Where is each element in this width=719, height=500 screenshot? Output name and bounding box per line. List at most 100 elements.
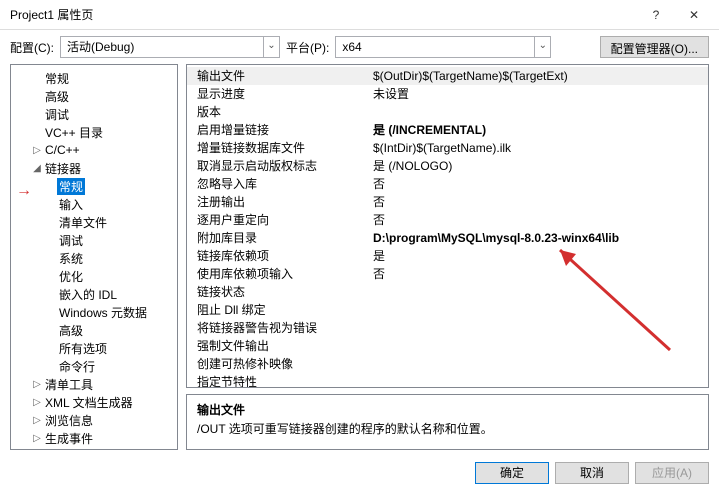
property-value [367, 103, 708, 121]
cancel-button[interactable]: 取消 [555, 462, 629, 484]
property-key: 强制文件输出 [187, 337, 367, 355]
expand-icon: ▷ [31, 397, 43, 408]
tree-item-6[interactable]: 常规 [11, 177, 177, 195]
property-row[interactable]: 阻止 Dll 绑定 [187, 301, 708, 319]
tree-item-18[interactable]: ▷XML 文档生成器 [11, 393, 177, 411]
property-value [367, 319, 708, 337]
tree-item-3[interactable]: VC++ 目录 [11, 123, 177, 141]
property-value: 是 [367, 247, 708, 265]
property-value: 是 (/NOLOGO) [367, 157, 708, 175]
chevron-down-icon: ⌄ [534, 37, 550, 57]
tree-item-10[interactable]: 系统 [11, 249, 177, 267]
property-value [367, 301, 708, 319]
description-body: /OUT 选项可重写链接器创建的程序的默认名称和位置。 [197, 420, 698, 437]
tree-item-17[interactable]: ▷清单工具 [11, 375, 177, 393]
help-icon[interactable]: ? [637, 0, 675, 30]
property-key: 链接库依赖项 [187, 247, 367, 265]
tree-item-9[interactable]: 调试 [11, 231, 177, 249]
platform-label: 平台(P): [286, 39, 329, 56]
tree-item-15[interactable]: 所有选项 [11, 339, 177, 357]
tree-item-1[interactable]: 高级 [11, 87, 177, 105]
property-key: 指定节特性 [187, 373, 367, 388]
property-value: $(IntDir)$(TargetName).ilk [367, 139, 708, 157]
tree-item-label: C/C++ [43, 143, 82, 157]
property-row[interactable]: 链接库依赖项是 [187, 247, 708, 265]
tree-item-5[interactable]: ◢链接器 [11, 159, 177, 177]
property-row[interactable]: 显示进度未设置 [187, 85, 708, 103]
property-key: 输出文件 [187, 67, 367, 85]
tree-item-label: 调试 [43, 106, 71, 123]
tree-item-label: 清单文件 [57, 214, 109, 231]
config-manager-button[interactable]: 配置管理器(O)... [600, 36, 709, 58]
property-key: 链接状态 [187, 283, 367, 301]
property-row[interactable]: 注册输出否 [187, 193, 708, 211]
property-row[interactable]: 取消显示启动版权标志是 (/NOLOGO) [187, 157, 708, 175]
property-row[interactable]: 版本 [187, 103, 708, 121]
property-row[interactable]: 启用增量链接是 (/INCREMENTAL) [187, 121, 708, 139]
property-value [367, 283, 708, 301]
tree-item-19[interactable]: ▷浏览信息 [11, 411, 177, 429]
tree-item-label: 自定义生成步骤 [43, 448, 131, 451]
expand-icon: ▷ [31, 433, 43, 444]
property-row[interactable]: 忽略导入库否 [187, 175, 708, 193]
ok-button[interactable]: 确定 [475, 462, 549, 484]
property-key: 附加库目录 [187, 229, 367, 247]
property-value: 未设置 [367, 85, 708, 103]
tree-item-label: 调试 [57, 232, 85, 249]
property-row[interactable]: 指定节特性 [187, 373, 708, 388]
property-row[interactable]: 链接状态 [187, 283, 708, 301]
property-row[interactable]: 创建可热修补映像 [187, 355, 708, 373]
tree-item-label: 清单工具 [43, 376, 95, 393]
property-row[interactable]: 使用库依赖项输入否 [187, 265, 708, 283]
tree-item-20[interactable]: ▷生成事件 [11, 429, 177, 447]
property-value [367, 337, 708, 355]
property-row[interactable]: 输出文件$(OutDir)$(TargetName)$(TargetExt) [187, 67, 708, 85]
tree-item-label: 生成事件 [43, 430, 95, 447]
property-value: 否 [367, 193, 708, 211]
property-key: 将链接器警告视为错误 [187, 319, 367, 337]
window-title: Project1 属性页 [10, 6, 637, 23]
property-key: 使用库依赖项输入 [187, 265, 367, 283]
tree-item-4[interactable]: ▷C/C++ [11, 141, 177, 159]
tree-item-label: 高级 [57, 322, 85, 339]
footer: 确定 取消 应用(A) [0, 456, 719, 494]
expand-icon: ◢ [31, 163, 43, 174]
property-value: D:\program\MySQL\mysql-8.0.23-winx64\lib [367, 229, 708, 247]
property-row[interactable]: 将链接器警告视为错误 [187, 319, 708, 337]
toolbar: 配置(C): 活动(Debug) ⌄ 平台(P): x64 ⌄ 配置管理器(O)… [0, 30, 719, 64]
tree-item-label: 所有选项 [57, 340, 109, 357]
chevron-down-icon: ⌄ [263, 37, 279, 57]
tree-item-8[interactable]: 清单文件 [11, 213, 177, 231]
tree-item-label: 嵌入的 IDL [57, 286, 119, 303]
tree-item-14[interactable]: 高级 [11, 321, 177, 339]
property-row[interactable]: 强制文件输出 [187, 337, 708, 355]
expand-icon: ▷ [31, 379, 43, 390]
titlebar: Project1 属性页 ? ✕ [0, 0, 719, 30]
tree-item-12[interactable]: 嵌入的 IDL [11, 285, 177, 303]
tree-item-13[interactable]: Windows 元数据 [11, 303, 177, 321]
tree-item-label: 命令行 [57, 358, 97, 375]
platform-combo[interactable]: x64 ⌄ [335, 36, 551, 58]
tree-item-label: 系统 [57, 250, 85, 267]
tree-item-11[interactable]: 优化 [11, 267, 177, 285]
property-value [367, 355, 708, 373]
property-key: 逐用户重定向 [187, 211, 367, 229]
tree-item-21[interactable]: ▷自定义生成步骤 [11, 447, 177, 450]
property-key: 注册输出 [187, 193, 367, 211]
apply-button[interactable]: 应用(A) [635, 462, 709, 484]
tree-item-16[interactable]: 命令行 [11, 357, 177, 375]
tree-item-0[interactable]: 常规 [11, 69, 177, 87]
property-row[interactable]: 附加库目录D:\program\MySQL\mysql-8.0.23-winx6… [187, 229, 708, 247]
property-row[interactable]: 增量链接数据库文件$(IntDir)$(TargetName).ilk [187, 139, 708, 157]
tree-item-7[interactable]: 输入 [11, 195, 177, 213]
close-icon[interactable]: ✕ [675, 0, 713, 30]
property-row[interactable]: 逐用户重定向否 [187, 211, 708, 229]
property-value: 是 (/INCREMENTAL) [367, 121, 708, 139]
property-key: 增量链接数据库文件 [187, 139, 367, 157]
config-combo[interactable]: 活动(Debug) ⌄ [60, 36, 280, 58]
expand-icon: ▷ [31, 415, 43, 426]
config-value: 活动(Debug) [61, 37, 263, 57]
tree-item-2[interactable]: 调试 [11, 105, 177, 123]
property-value: $(OutDir)$(TargetName)$(TargetExt) [367, 67, 708, 85]
tree-item-label: 优化 [57, 268, 85, 285]
